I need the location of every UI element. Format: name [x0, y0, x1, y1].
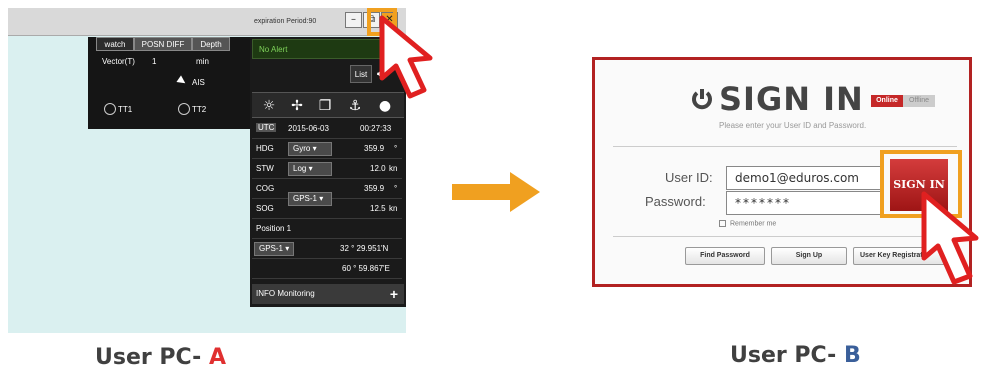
- user-id-label: User ID:: [665, 170, 713, 185]
- sog-label: SOG: [256, 204, 274, 213]
- sog-source-select[interactable]: GPS-1 ▾: [288, 192, 332, 206]
- sog-row: SOG GPS-1 ▾ 12.5 kn: [252, 192, 402, 219]
- position-label: Position 1: [256, 224, 292, 233]
- cursor-arrow-icon: [921, 191, 979, 285]
- vector-unit: min: [196, 57, 209, 66]
- utc-label: UTC: [256, 123, 277, 132]
- stw-value: 12.0: [370, 164, 386, 173]
- add-icon[interactable]: +: [390, 284, 398, 304]
- alert-bar: No Alert: [252, 39, 386, 59]
- utc-time: 00:27:33: [360, 124, 392, 133]
- divider-2: [613, 236, 957, 237]
- user-pc-b-label: User PC- B: [730, 343, 861, 368]
- password-input[interactable]: *******: [726, 191, 882, 215]
- user-pc-a-screen: expiration Period:90 – ⧉ ✕ watch POSN DI…: [8, 8, 406, 333]
- ship-icon[interactable]: ⚓︎: [344, 96, 366, 116]
- cog-label: COG: [256, 184, 275, 193]
- expiration-period: expiration Period:90: [254, 18, 317, 25]
- ais-label: AIS: [192, 78, 205, 87]
- tt1-icon[interactable]: [104, 103, 116, 115]
- offline-toggle[interactable]: Offline: [903, 95, 935, 107]
- position-source-select[interactable]: GPS-1 ▾: [254, 242, 294, 256]
- cog-value: 359.9: [364, 184, 385, 193]
- user-id-input[interactable]: demo1@eduros.com: [726, 166, 882, 190]
- sog-value: 12.5: [370, 204, 386, 213]
- tab-posn-diff[interactable]: POSN DIFF: [134, 37, 192, 51]
- hdg-value: 359.9: [364, 144, 385, 153]
- title-bar: expiration Period:90 – ⧉ ✕: [8, 8, 406, 36]
- tt1-label: TT1: [118, 105, 133, 114]
- hdg-unit: °: [394, 144, 398, 153]
- hdg-label: HDG: [256, 144, 274, 153]
- longitude-value: 60 ° 59.867'E: [342, 264, 390, 273]
- dimmer-icon[interactable]: ✢: [286, 96, 308, 116]
- tt2-icon[interactable]: [178, 103, 190, 115]
- position-row: Position 1: [252, 220, 402, 239]
- utc-date: 2015-06-03: [288, 124, 329, 133]
- longitude-row: 60 ° 59.867'E: [252, 260, 402, 279]
- hdg-source-select[interactable]: Gyro ▾: [288, 142, 332, 156]
- hdg-row: HDG Gyro ▾ 359.9 °: [252, 140, 402, 159]
- minimize-button[interactable]: –: [345, 12, 362, 28]
- info-monitoring-bar: INFO Monitoring +: [252, 284, 404, 304]
- info-monitoring-label: INFO Monitoring: [256, 289, 315, 298]
- user-pc-a-label: User PC- A: [95, 345, 226, 370]
- tab-depth[interactable]: Depth: [192, 37, 230, 51]
- brightness-icon[interactable]: ☼: [258, 96, 280, 116]
- cursor-arrow-icon: [379, 15, 433, 99]
- vector-label: Vector(T): [102, 57, 135, 66]
- online-toggle[interactable]: Online: [871, 95, 903, 107]
- list-button[interactable]: List: [350, 65, 372, 83]
- stw-source-select[interactable]: Log ▾: [288, 162, 332, 176]
- find-password-button[interactable]: Find Password: [685, 247, 765, 265]
- remember-me-checkbox[interactable]: Remember me: [719, 220, 776, 227]
- tab-watch[interactable]: watch: [96, 37, 134, 51]
- tt2-label: TT2: [192, 105, 207, 114]
- latitude-row: GPS-1 ▾ 32 ° 29.951'N: [252, 240, 402, 259]
- stw-unit: kn: [389, 164, 398, 173]
- sign-in-subtitle: Please enter your User ID and Password.: [719, 121, 867, 130]
- transition-arrow-icon: [452, 172, 540, 212]
- sog-unit: kn: [389, 204, 398, 213]
- stw-label: STW: [256, 164, 274, 173]
- stw-row: STW Log ▾ 12.0 kn: [252, 160, 402, 179]
- power-icon: [692, 89, 712, 110]
- vector-value: 1: [152, 57, 157, 66]
- utc-row: UTC 2015-06-03 00:27:33: [252, 120, 402, 139]
- latitude-value: 32 ° 29.951'N: [340, 244, 389, 253]
- sign-in-title: SIGN IN: [719, 80, 864, 118]
- checkbox-icon[interactable]: [719, 220, 726, 227]
- password-label: Password:: [645, 194, 706, 209]
- sign-up-button[interactable]: Sign Up: [771, 247, 847, 265]
- cog-unit: °: [394, 184, 398, 193]
- layers-icon[interactable]: ❐: [314, 96, 336, 116]
- divider: [613, 146, 957, 147]
